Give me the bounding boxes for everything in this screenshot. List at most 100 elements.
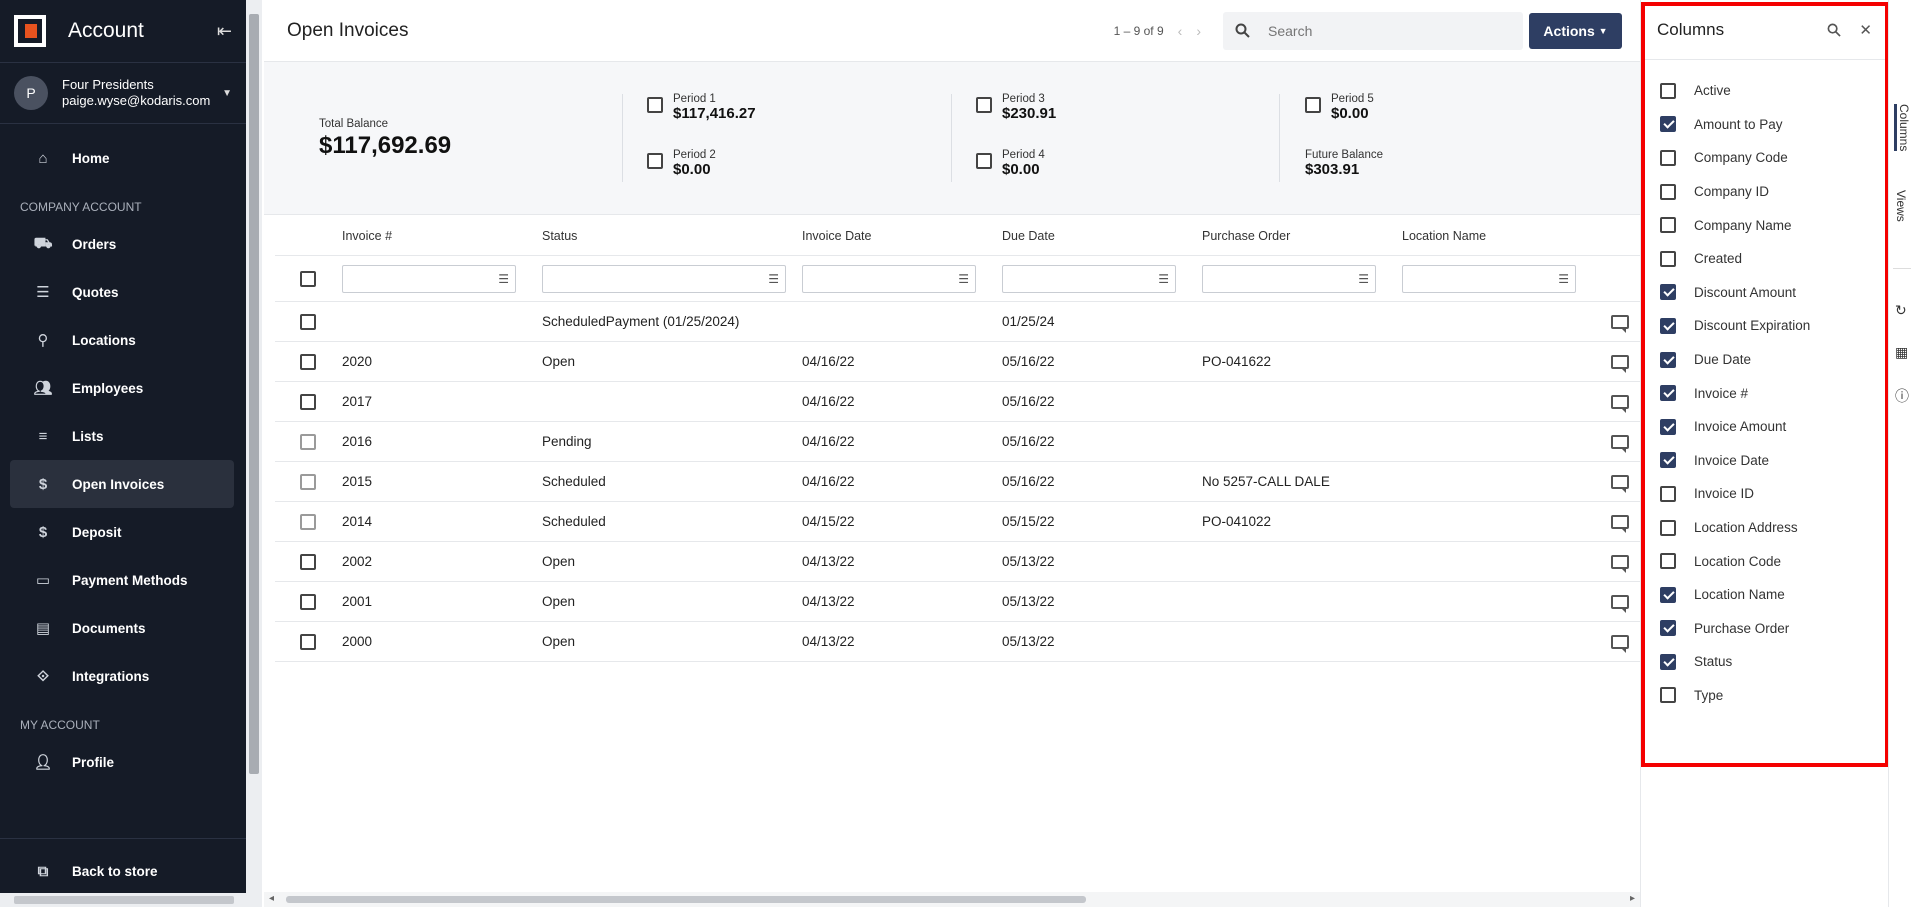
sidebar-item-quotes[interactable]: ☰ Quotes <box>10 268 234 316</box>
help-icon[interactable]: ⓘ <box>1895 386 1909 406</box>
comment-icon[interactable] <box>1611 554 1629 573</box>
column-option-type[interactable]: Type <box>1641 679 1888 713</box>
table-row[interactable]: 2017 04/16/22 05/16/22 <box>275 382 1640 422</box>
scroll-right-icon[interactable]: ▸ <box>1630 893 1635 904</box>
sidebar-item-documents[interactable]: ▤ Documents <box>10 604 234 652</box>
caret-down-icon[interactable]: ▼ <box>222 88 232 99</box>
column-checkbox[interactable] <box>1660 82 1676 99</box>
comment-icon[interactable] <box>1611 314 1629 333</box>
period-1-checkbox[interactable] <box>647 97 663 113</box>
column-checkbox[interactable] <box>1660 284 1676 301</box>
period-2-checkbox[interactable] <box>647 153 663 169</box>
row-checkbox[interactable] <box>299 313 316 330</box>
table-horizontal-scrollbar[interactable]: ◂ ▸ <box>264 892 1640 907</box>
column-option-invoice[interactable]: Invoice # <box>1641 376 1888 410</box>
filter-icon[interactable]: ☰ <box>768 272 779 286</box>
column-option-created[interactable]: Created <box>1641 242 1888 276</box>
column-option-location-name[interactable]: Location Name <box>1641 578 1888 612</box>
previous-page-icon[interactable]: ‹ <box>1178 23 1183 39</box>
collapse-sidebar-icon[interactable]: ⇤ <box>217 21 232 42</box>
table-row[interactable]: 2000 Open 04/13/22 05/13/22 <box>275 622 1640 662</box>
comment-icon[interactable] <box>1611 514 1629 533</box>
column-checkbox[interactable] <box>1660 217 1676 234</box>
column-header[interactable]: Invoice # <box>340 229 540 243</box>
sidebar-item-employees[interactable]: 👥︎ Employees <box>10 364 234 412</box>
search-icon[interactable] <box>1827 23 1842 37</box>
row-checkbox[interactable] <box>299 393 316 410</box>
column-option-discount-expiration[interactable]: Discount Expiration <box>1641 309 1888 343</box>
column-option-invoice-date[interactable]: Invoice Date <box>1641 444 1888 478</box>
comment-icon[interactable] <box>1611 594 1629 613</box>
comment-icon[interactable] <box>1611 354 1629 373</box>
sidebar-item-deposit[interactable]: $ Deposit <box>10 508 234 556</box>
column-option-active[interactable]: Active <box>1641 74 1888 108</box>
table-row[interactable]: 2016 Pending 04/16/22 05/16/22 <box>275 422 1640 462</box>
filter-input[interactable]: ☰ <box>802 264 976 293</box>
filter-input[interactable]: ☰ <box>1402 264 1576 293</box>
table-row[interactable]: 2015 Scheduled 04/16/22 05/16/22 No 5257-CAL… <box>275 462 1640 502</box>
close-icon[interactable]: ✕ <box>1859 21 1872 39</box>
filter-icon[interactable]: ☰ <box>1358 272 1369 286</box>
row-checkbox[interactable] <box>299 513 316 530</box>
sidebar-item-locations[interactable]: ⚲ Locations <box>10 316 234 364</box>
column-checkbox[interactable] <box>1660 385 1676 402</box>
row-checkbox[interactable] <box>299 593 316 610</box>
sidebar-item-profile[interactable]: 👤︎ Profile <box>10 738 234 786</box>
column-checkbox[interactable] <box>1660 116 1676 133</box>
row-checkbox[interactable] <box>299 473 316 490</box>
comment-icon[interactable] <box>1611 634 1629 653</box>
column-checkbox[interactable] <box>1660 485 1676 502</box>
period-5-checkbox[interactable] <box>1305 97 1321 113</box>
row-checkbox[interactable] <box>299 633 316 650</box>
column-option-due-date[interactable]: Due Date <box>1641 343 1888 377</box>
filter-input[interactable]: ☰ <box>342 264 516 293</box>
column-option-location-code[interactable]: Location Code <box>1641 544 1888 578</box>
next-page-icon[interactable]: › <box>1196 23 1201 39</box>
filter-input[interactable]: ☰ <box>1202 264 1376 293</box>
column-option-location-address[interactable]: Location Address <box>1641 511 1888 545</box>
kodaris-logo[interactable] <box>14 15 46 47</box>
scroll-left-icon[interactable]: ◂ <box>269 893 274 904</box>
column-header[interactable]: Location Name <box>1400 229 1600 243</box>
sidebar-item-lists[interactable]: ≡ Lists <box>10 412 234 460</box>
sidebar-horizontal-scrollbar[interactable] <box>0 893 246 907</box>
sidebar-scrollbar[interactable] <box>246 0 262 907</box>
comment-icon[interactable] <box>1611 394 1629 413</box>
column-option-discount-amount[interactable]: Discount Amount <box>1641 276 1888 310</box>
column-header[interactable]: Due Date <box>1000 229 1200 243</box>
column-option-company-name[interactable]: Company Name <box>1641 208 1888 242</box>
period-3-checkbox[interactable] <box>976 97 992 113</box>
table-row[interactable]: 2014 Scheduled 04/15/22 05/15/22 PO-041022 <box>275 502 1640 542</box>
table-row[interactable]: 2001 Open 04/13/22 05/13/22 <box>275 582 1640 622</box>
column-checkbox[interactable] <box>1660 183 1676 200</box>
refresh-icon[interactable]: ↻ <box>1895 302 1907 319</box>
column-checkbox[interactable] <box>1660 250 1676 267</box>
table-row[interactable]: 2020 Open 04/16/22 05/16/22 PO-041622 <box>275 342 1640 382</box>
actions-button[interactable]: Actions ▼ <box>1529 12 1622 49</box>
comment-icon[interactable] <box>1611 474 1629 493</box>
row-checkbox[interactable] <box>299 553 316 570</box>
sidebar-item-payment-methods[interactable]: ▭ Payment Methods <box>10 556 234 604</box>
column-checkbox[interactable] <box>1660 351 1676 368</box>
column-checkbox[interactable] <box>1660 653 1676 670</box>
column-checkbox[interactable] <box>1660 317 1676 334</box>
sidebar-item-home[interactable]: ⌂ Home <box>10 134 234 182</box>
filter-input[interactable]: ☰ <box>1002 264 1176 293</box>
table-row[interactable]: 2002 Open 04/13/22 05/13/22 <box>275 542 1640 582</box>
column-checkbox[interactable] <box>1660 519 1676 536</box>
row-checkbox[interactable] <box>299 433 316 450</box>
sidebar-item-open-invoices[interactable]: $ Open Invoices <box>10 460 234 508</box>
column-option-purchase-order[interactable]: Purchase Order <box>1641 612 1888 646</box>
column-option-company-id[interactable]: Company ID <box>1641 175 1888 209</box>
column-checkbox[interactable] <box>1660 687 1676 704</box>
filter-icon[interactable]: ☰ <box>1158 272 1169 286</box>
row-checkbox[interactable] <box>299 353 316 370</box>
comment-icon[interactable] <box>1611 434 1629 453</box>
column-checkbox[interactable] <box>1660 620 1676 637</box>
filter-icon[interactable]: ☰ <box>1558 272 1569 286</box>
column-header[interactable]: Invoice Date <box>800 229 1000 243</box>
tab-columns[interactable]: Columns <box>1894 104 1911 152</box>
filter-input[interactable]: ☰ <box>542 264 786 293</box>
column-checkbox[interactable] <box>1660 418 1676 435</box>
column-checkbox[interactable] <box>1660 586 1676 603</box>
